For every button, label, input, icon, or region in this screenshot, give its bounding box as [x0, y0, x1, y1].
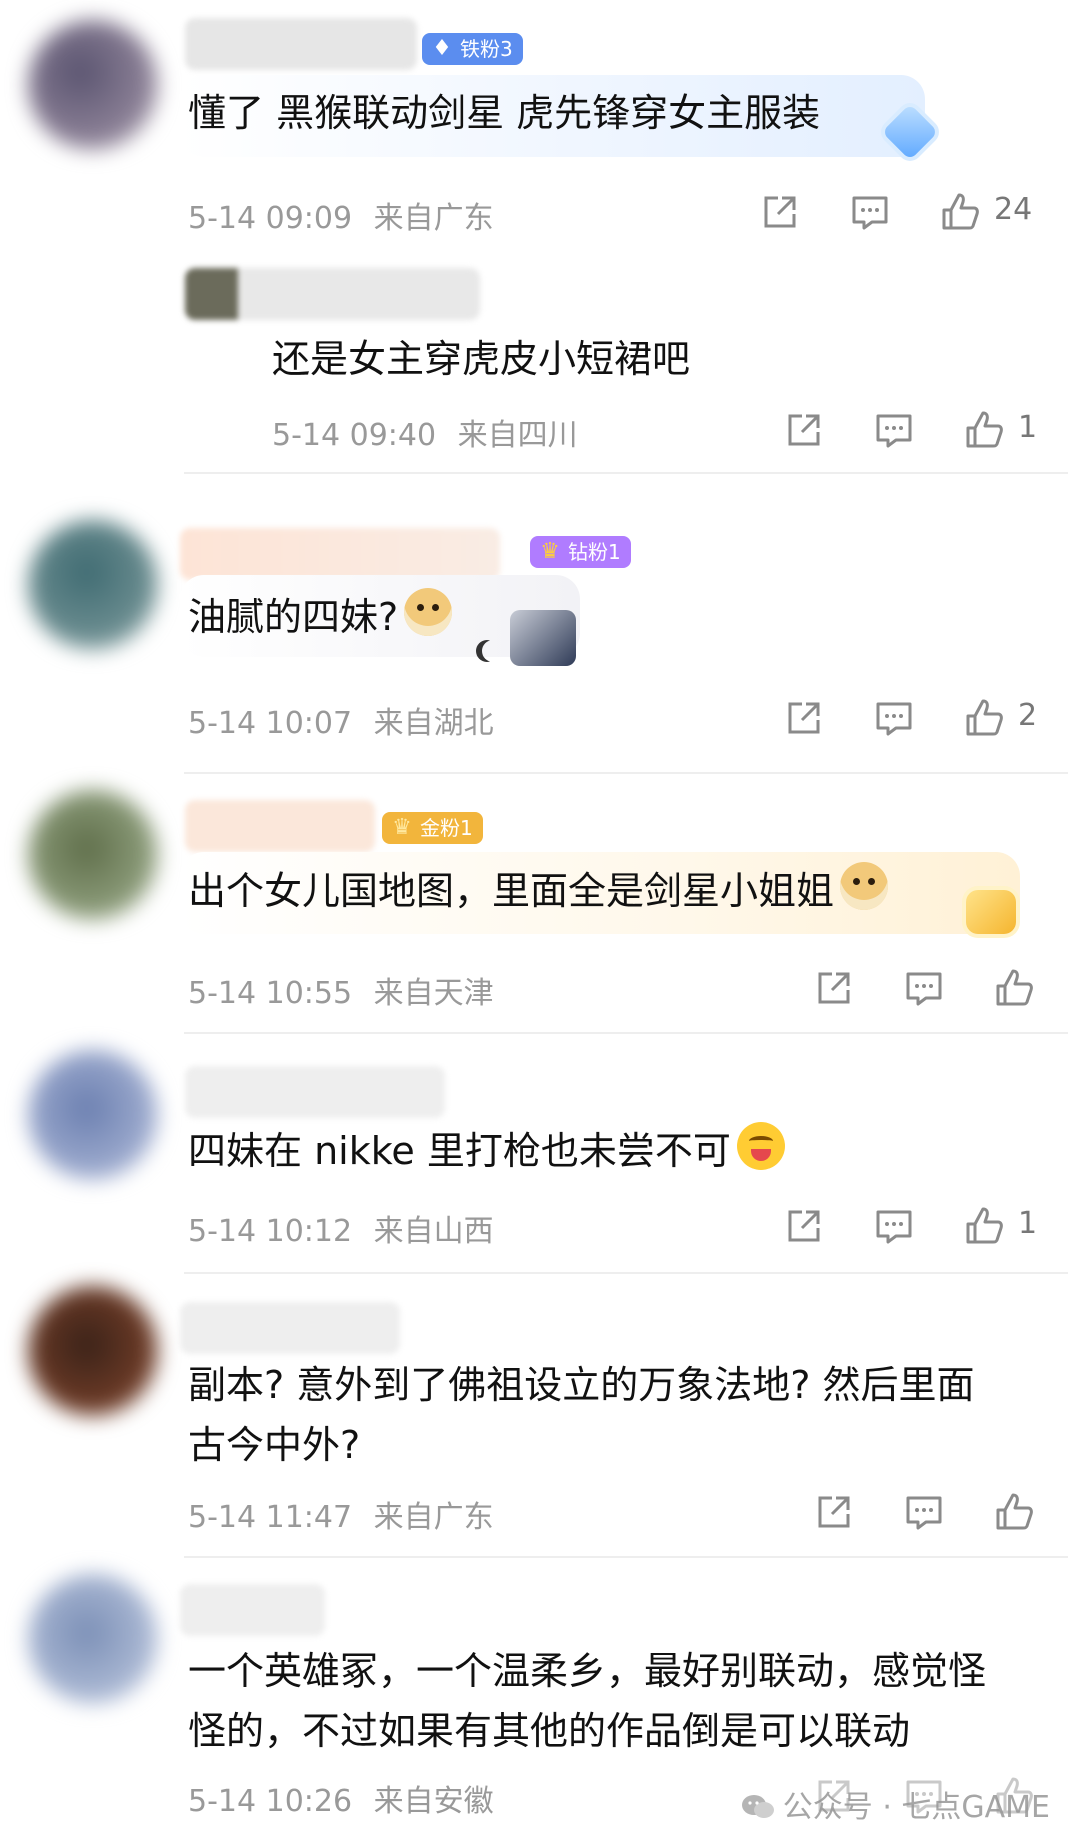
reply-text: 还是女主穿虎皮小短裙吧	[272, 337, 691, 381]
location: 来自广东	[373, 201, 494, 236]
avatar[interactable]	[28, 1286, 158, 1416]
reply-actions: 1	[782, 408, 1062, 456]
share-icon[interactable]	[782, 696, 826, 740]
comment-meta: 5-14 11:47 来自广东	[188, 1492, 494, 1536]
comment-actions: 24	[758, 190, 1058, 238]
doge-emoji-icon	[404, 588, 453, 636]
character-sticker-icon	[510, 610, 576, 666]
avatar[interactable]	[28, 20, 158, 150]
comment-text: 油腻的四妹?	[188, 588, 453, 646]
like-count: 24	[994, 192, 1033, 227]
reply-icon[interactable]	[902, 966, 946, 1010]
share-icon[interactable]	[812, 1490, 856, 1534]
wechat-icon	[741, 1793, 775, 1821]
divider	[184, 1272, 1068, 1274]
gold-medal-decoration-icon	[966, 890, 1016, 934]
doge-emoji-icon	[840, 862, 889, 910]
crown-icon: ♛	[392, 815, 412, 840]
moon-icon	[482, 640, 504, 662]
fan-badge: ♦ 铁粉3	[422, 33, 523, 65]
comment-text: 四妹在 nikke 里打枪也未尝不可	[188, 1122, 785, 1180]
username-blurred[interactable]	[185, 800, 375, 852]
crown-icon: ♛	[540, 539, 560, 564]
like-icon[interactable]	[962, 408, 1006, 452]
like-icon[interactable]	[962, 1204, 1006, 1248]
timestamp: 5-14 10:12	[188, 1214, 353, 1249]
watermark: 公众号 · 七点GAME	[741, 1782, 1050, 1826]
location: 来自天津	[373, 976, 494, 1011]
like-count: 2	[1018, 698, 1038, 733]
timestamp: 5-14 10:55	[188, 976, 353, 1011]
location: 来自四川	[457, 418, 578, 453]
badge-label: 金粉1	[420, 816, 473, 840]
like-count: 1	[1018, 410, 1038, 445]
comment-meta: 5-14 10:12 来自山西	[188, 1206, 494, 1250]
comment-actions	[812, 966, 1062, 1014]
share-icon[interactable]	[758, 190, 802, 234]
timestamp: 5-14 10:07	[188, 706, 353, 741]
timestamp: 5-14 11:47	[188, 1500, 353, 1535]
like-count: 1	[1018, 1206, 1038, 1241]
comment-actions: 1	[782, 1204, 1062, 1252]
comment-text-content: 油腻的四妹?	[188, 595, 399, 639]
fan-badge: ♛ 金粉1	[382, 812, 483, 844]
username-blurred[interactable]	[180, 528, 500, 580]
avatar[interactable]	[28, 520, 158, 650]
comment-text: 出个女儿国地图，里面全是剑星小姐姐	[188, 862, 889, 920]
timestamp: 5-14 09:09	[188, 201, 353, 236]
comment-meta: 5-14 10:55 来自天津	[188, 968, 494, 1012]
divider	[184, 472, 1068, 474]
fan-badge: ♛ 钻粉1	[530, 536, 631, 568]
divider	[184, 772, 1068, 774]
reply-icon[interactable]	[848, 190, 892, 234]
share-icon[interactable]	[782, 408, 826, 452]
like-icon[interactable]	[992, 1490, 1036, 1534]
reply-icon[interactable]	[902, 1490, 946, 1534]
comment-text-line-2: 古今中外?	[188, 1423, 361, 1467]
badge-label: 钻粉1	[568, 540, 621, 564]
username-blurred[interactable]	[180, 1302, 400, 1354]
reply-icon[interactable]	[872, 696, 916, 740]
reply-username-blurred[interactable]	[185, 268, 480, 320]
like-icon[interactable]	[938, 190, 982, 234]
divider	[184, 1032, 1068, 1034]
like-icon[interactable]	[962, 696, 1006, 740]
location: 来自安徽	[373, 1784, 494, 1819]
comment-actions: 2	[782, 696, 1062, 744]
avatar[interactable]	[28, 1050, 158, 1180]
avatar[interactable]	[28, 1574, 158, 1704]
like-icon[interactable]	[992, 966, 1036, 1010]
comment-text-content: 四妹在 nikke 里打枪也未尝不可	[188, 1129, 731, 1173]
comment-meta: 5-14 10:07 来自湖北	[188, 698, 494, 742]
reply-icon[interactable]	[872, 408, 916, 452]
watermark-text: 公众号 · 七点GAME	[782, 1790, 1050, 1825]
diamond-icon: ♦	[432, 36, 452, 61]
comment-meta: 5-14 10:26 来自安徽	[188, 1776, 494, 1820]
avatar[interactable]	[28, 790, 158, 920]
timestamp: 5-14 09:40	[272, 418, 437, 453]
username-blurred[interactable]	[185, 18, 417, 70]
yum-emoji-icon	[736, 1122, 785, 1170]
badge-label: 铁粉3	[460, 37, 513, 61]
location: 来自山西	[373, 1214, 494, 1249]
share-icon[interactable]	[812, 966, 856, 1010]
location: 来自湖北	[373, 706, 494, 741]
comment-actions	[812, 1490, 1062, 1538]
comment-thread-screen: { "colors": { "timestamp": "#999999", "t…	[0, 0, 1080, 1848]
comment-meta: 5-14 09:09 来自广东	[188, 193, 494, 237]
share-icon[interactable]	[782, 1204, 826, 1248]
username-blurred[interactable]	[185, 1066, 445, 1118]
reply-icon[interactable]	[872, 1204, 916, 1248]
comment-text-content: 出个女儿国地图，里面全是剑星小姐姐	[188, 869, 835, 913]
timestamp: 5-14 10:26	[188, 1784, 353, 1819]
reply-meta: 5-14 09:40 来自四川	[272, 410, 578, 454]
comment-text: 懂了 黑猴联动剑星 虎先锋穿女主服装	[188, 91, 821, 135]
comment-text-line-1: 副本? 意外到了佛祖设立的万象法地? 然后里面	[188, 1363, 975, 1407]
divider	[184, 1556, 1068, 1558]
location: 来自广东	[373, 1500, 494, 1535]
username-blurred[interactable]	[180, 1584, 325, 1636]
comment-text-line-2: 怪的，不过如果有其他的作品倒是可以联动	[188, 1709, 911, 1753]
comment-text-line-1: 一个英雄冢，一个温柔乡，最好别联动，感觉怪	[188, 1649, 987, 1693]
